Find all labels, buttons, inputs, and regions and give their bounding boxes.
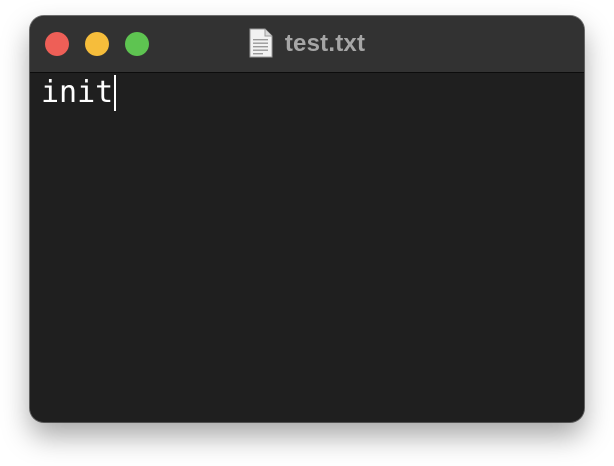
title-bar[interactable]: test.txt [30, 16, 584, 73]
window-title: test.txt [284, 30, 366, 57]
zoom-button[interactable] [125, 32, 149, 56]
window-title-group: test.txt [30, 16, 584, 72]
minimize-button[interactable] [85, 32, 109, 56]
text-editor-window: test.txt init [30, 16, 584, 422]
close-button[interactable] [45, 32, 69, 56]
text-caret [114, 75, 117, 111]
editor-text-line[interactable]: init [41, 75, 117, 111]
text-document-icon [249, 28, 273, 57]
editor-text: init [41, 75, 114, 110]
text-editor-area[interactable]: init [30, 73, 584, 422]
